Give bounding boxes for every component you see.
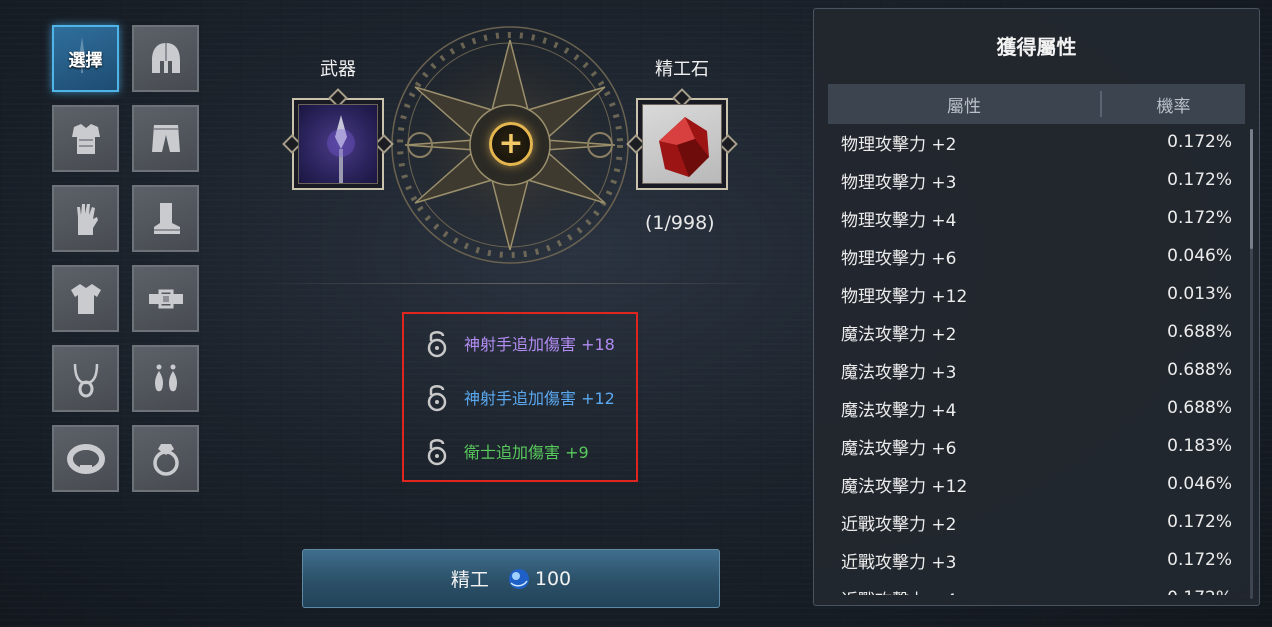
earrings-icon: [154, 364, 177, 391]
slot-boots[interactable]: [132, 185, 199, 252]
attribute-name: 物理攻擊力 +4: [841, 210, 957, 231]
attribute-name: 魔法攻擊力 +3: [841, 362, 957, 383]
spear-icon: [327, 115, 355, 183]
option-row[interactable]: 神射手追加傷害 +18: [424, 328, 615, 358]
refine-options-box: 神射手追加傷害 +18 神射手追加傷害 +12 衛士追加傷害 +9: [402, 312, 638, 482]
table-row: 魔法攻擊力 +12 0.046%: [828, 465, 1245, 503]
slot-bracelet[interactable]: [52, 425, 119, 492]
belt-icon: [148, 289, 183, 308]
slot-armor[interactable]: [52, 105, 119, 172]
ring-icon: [152, 443, 179, 476]
refine-button[interactable]: 精工 100: [302, 549, 720, 608]
table-row: 魔法攻擊力 +6 0.183%: [828, 427, 1245, 465]
shirt-icon: [70, 283, 101, 314]
stone-image: [642, 104, 722, 184]
slot-belt[interactable]: [132, 265, 199, 332]
attribute-rate: 0.172%: [1167, 588, 1232, 595]
attribute-name: 物理攻擊力 +6: [841, 248, 957, 269]
armor-icon: [71, 123, 100, 154]
option-text: 神射手追加傷害 +18: [464, 335, 615, 354]
attribute-name: 魔法攻擊力 +4: [841, 400, 957, 421]
red-gem-icon: [659, 117, 709, 177]
table-row: 魔法攻擊力 +4 0.688%: [828, 389, 1245, 427]
slot-earrings[interactable]: [132, 345, 199, 412]
attribute-rate: 0.183%: [1167, 436, 1232, 456]
boots-icon: [153, 202, 180, 234]
refine-button-label: 精工: [450, 569, 489, 591]
select-label: 選擇: [68, 51, 103, 71]
attribute-list[interactable]: 物理攻擊力 +2 0.172% 物理攻擊力 +3 0.172% 物理攻擊力 +4 0.17…: [828, 123, 1245, 595]
attribute-rate: 0.013%: [1167, 284, 1232, 304]
attribute-name: 近戰攻擊力 +4: [841, 586, 956, 596]
refine-cost: 100: [534, 567, 572, 590]
attribute-name: 物理攻擊力 +3: [841, 172, 957, 193]
option-text: 衛士追加傷害 +9: [464, 443, 589, 462]
option-text: 神射手追加傷害 +12: [464, 389, 615, 408]
table-row: 物理攻擊力 +3 0.172%: [828, 161, 1245, 199]
scrollbar[interactable]: [1250, 129, 1253, 599]
unlock-icon[interactable]: [424, 436, 450, 466]
panel-title: 獲得屬性: [996, 35, 1077, 59]
attribute-name: 魔法攻擊力 +2: [841, 324, 957, 345]
slot-helmet[interactable]: [132, 25, 199, 92]
column-header-rate: 機率: [1156, 96, 1191, 117]
slot-necklace[interactable]: [52, 345, 119, 412]
refining-stone-slot[interactable]: [626, 88, 738, 190]
attribute-rate: 0.172%: [1167, 208, 1232, 228]
table-row: 物理攻擊力 +2 0.172%: [828, 123, 1245, 161]
table-row: 近戰攻擊力 +2 0.172%: [828, 503, 1245, 541]
slot-weapon-selected[interactable]: 選擇: [52, 25, 119, 92]
obtainable-attributes-panel: 獲得屬性 屬性 機率 物理攻擊力 +2 0.172% 物理攻擊力 +3 0.172% 物…: [813, 8, 1260, 606]
slot-shirt[interactable]: [52, 265, 119, 332]
table-row: 近戰攻擊力 +4 0.172%: [828, 579, 1245, 595]
divider: [255, 283, 775, 284]
weapon-image: [298, 104, 378, 184]
attribute-rate: 0.172%: [1167, 132, 1232, 152]
stone-title: 精工石: [655, 59, 709, 80]
stone-count: (1/998): [645, 212, 715, 234]
option-row[interactable]: 衛士追加傷害 +9: [424, 436, 589, 466]
slot-ring[interactable]: [132, 425, 199, 492]
slot-gauntlet[interactable]: [52, 185, 119, 252]
slot-pants[interactable]: [132, 105, 199, 172]
attribute-name: 魔法攻擊力 +12: [841, 476, 968, 497]
pants-icon: [151, 124, 180, 152]
table-row: 魔法攻擊力 +2 0.688%: [828, 313, 1245, 351]
table-row: 魔法攻擊力 +3 0.688%: [828, 351, 1245, 389]
helmet-icon: [151, 42, 180, 73]
attribute-rate: 0.046%: [1167, 246, 1232, 266]
column-header-attribute: 屬性: [947, 96, 981, 117]
table-header: 屬性 機率: [828, 84, 1245, 124]
blue-gem-icon: [508, 568, 529, 589]
table-row: 近戰攻擊力 +3 0.172%: [828, 541, 1245, 579]
attribute-rate: 0.172%: [1167, 170, 1232, 190]
attribute-name: 近戰攻擊力 +2: [841, 514, 957, 535]
bracelet-icon: [66, 443, 105, 474]
attribute-rate: 0.688%: [1167, 398, 1232, 418]
gauntlet-icon: [76, 203, 98, 235]
attribute-rate: 0.172%: [1167, 512, 1232, 532]
attribute-name: 物理攻擊力 +12: [841, 286, 968, 307]
equipment-slot-grid: 選擇: [52, 25, 199, 492]
unlock-icon[interactable]: [424, 382, 450, 412]
attribute-rate: 0.688%: [1167, 360, 1232, 380]
attribute-rate: 0.046%: [1167, 474, 1232, 494]
option-row[interactable]: 神射手追加傷害 +12: [424, 382, 615, 412]
attribute-name: 近戰攻擊力 +3: [841, 552, 957, 573]
unlock-icon[interactable]: [424, 328, 450, 358]
table-row: 物理攻擊力 +12 0.013%: [828, 275, 1245, 313]
attribute-rate: 0.688%: [1167, 322, 1232, 342]
add-item-button[interactable]: +: [489, 122, 533, 166]
attribute-name: 魔法攻擊力 +6: [841, 438, 957, 459]
plus-icon: +: [498, 126, 524, 161]
necklace-icon: [73, 363, 98, 397]
table-row: 物理攻擊力 +6 0.046%: [828, 237, 1245, 275]
attribute-rate: 0.172%: [1167, 550, 1232, 570]
table-row: 物理攻擊力 +4 0.172%: [828, 199, 1245, 237]
weapon-title: 武器: [320, 59, 356, 80]
attribute-name: 物理攻擊力 +2: [841, 134, 957, 155]
scrollbar-thumb[interactable]: [1250, 129, 1253, 249]
weapon-slot[interactable]: [282, 88, 394, 190]
